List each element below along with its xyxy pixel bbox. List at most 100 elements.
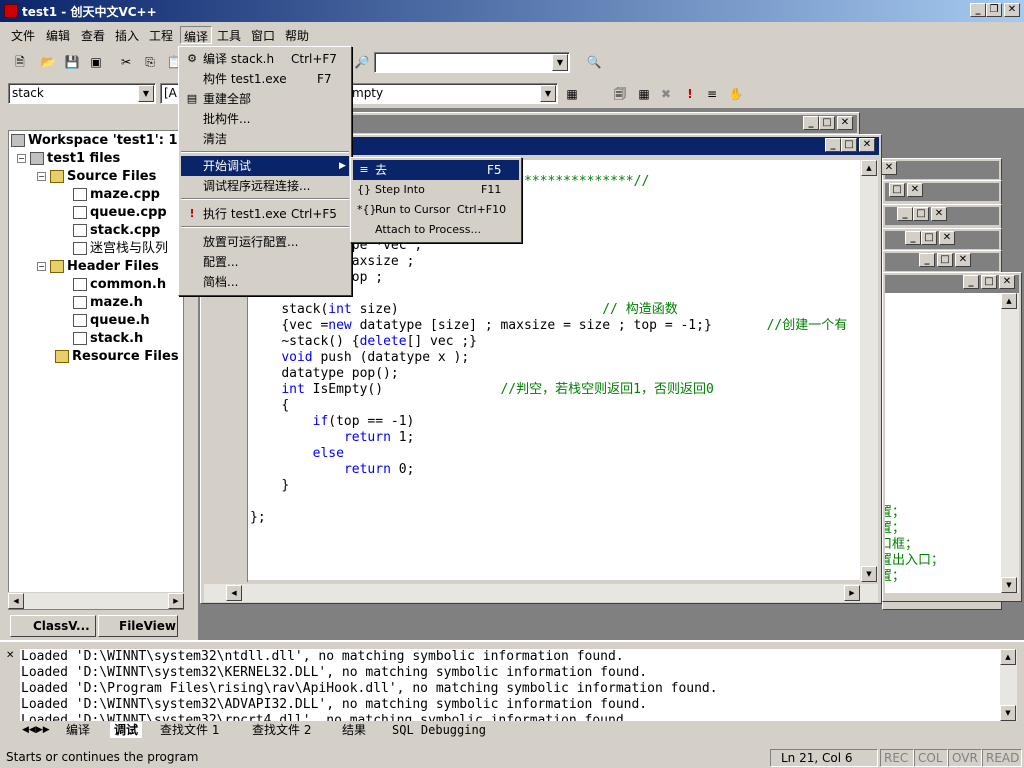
file-item[interactable]: common.h — [73, 276, 166, 294]
output-line: Loaded 'D:\WINNT\system32\ntdll.dll', no… — [21, 649, 624, 664]
menu-item-step-into[interactable]: {} Step Into F11 — [353, 180, 519, 200]
tab-classview[interactable]: ClassV... — [10, 615, 96, 637]
project-icon — [30, 152, 44, 165]
file-item[interactable]: queue.h — [73, 312, 150, 330]
source-folder[interactable]: − Source Files — [37, 168, 156, 186]
menu-item-profile[interactable]: 简档... — [181, 272, 349, 292]
menu-item-attach-process[interactable]: Attach to Process... — [353, 220, 519, 240]
member-combo[interactable]: mpty ▼ — [348, 83, 558, 104]
file-item[interactable]: queue.cpp — [73, 204, 167, 222]
scroll-right-icon[interactable]: ▶ — [844, 585, 860, 601]
menu-item-batch-build[interactable]: 批构件... — [181, 109, 349, 129]
code-hscroll[interactable]: ◀ ▶ — [204, 584, 878, 602]
execute-icon: ! — [189, 207, 195, 220]
menu-item-clean[interactable]: 清洁 — [181, 129, 349, 149]
code-maximize-button[interactable]: □ — [841, 138, 857, 152]
menu-help[interactable]: 帮助 — [282, 26, 312, 44]
execute-icon[interactable]: ! — [682, 86, 698, 102]
stop-build-icon[interactable]: ✖ — [658, 86, 674, 102]
go-icon[interactable]: ≡ — [704, 86, 720, 102]
header-folder[interactable]: − Header Files — [37, 258, 159, 276]
menu-item-build[interactable]: 构件 test1.exe F7 — [181, 69, 349, 89]
menu-item-start-debug[interactable]: 开始调试 ▶ — [181, 156, 349, 176]
build-icon[interactable]: 🗐 — [612, 86, 628, 102]
scroll-left-icon[interactable]: ◀ — [226, 585, 242, 601]
menu-insert[interactable]: 插入 — [112, 26, 142, 44]
menu-item-active-config[interactable]: 放置可运行配置... — [181, 232, 349, 252]
file-item[interactable]: maze.h — [73, 294, 143, 312]
workspace-root[interactable]: Workspace 'test1': 1 p — [11, 132, 183, 150]
menu-item-configurations[interactable]: 配置... — [181, 252, 349, 272]
code-line: ***************// — [516, 174, 650, 189]
copy-icon[interactable]: ⎘ — [142, 54, 158, 70]
build-all-icon[interactable]: ▦ — [636, 86, 652, 102]
status-bar: Starts or continues the program Ln 21, C… — [0, 746, 1024, 768]
code-vscroll[interactable]: ▲ ▼ — [860, 160, 878, 582]
breakpoint-hand-icon[interactable]: ✋ — [728, 86, 744, 102]
output-text[interactable]: Loaded 'D:\WINNT\system32\ntdll.dll', no… — [20, 649, 1000, 721]
tab-debug[interactable]: 调试 — [110, 722, 143, 738]
output-line: Loaded 'D:\WINNT\system32\ADVAPI32.DLL',… — [21, 697, 648, 712]
project-node[interactable]: − test1 files — [17, 150, 120, 168]
menu-item-remote-debug[interactable]: 调试程序远程连接... — [181, 176, 349, 196]
menu-edit[interactable]: 编辑 — [43, 26, 73, 44]
menu-window[interactable]: 窗口 — [248, 26, 278, 44]
save-all-icon[interactable]: ▣ — [88, 54, 104, 70]
find-combo[interactable]: ▼ — [374, 52, 570, 73]
menu-item-rebuild-all[interactable]: ▤ 重建全部 — [181, 89, 349, 109]
tab-nav-icon[interactable]: ◀◀▶▶ — [22, 722, 50, 738]
scroll-right-icon[interactable]: ▶ — [168, 593, 184, 609]
menu-file[interactable]: 文件 — [8, 26, 38, 44]
output-vscroll[interactable]: ▲ ▼ — [1000, 649, 1017, 721]
save-icon[interactable]: 💾 — [64, 54, 80, 70]
menu-item-compile[interactable]: ⚙ 编译 stack.h Ctrl+F7 — [181, 49, 349, 69]
resource-folder[interactable]: Resource Files — [55, 348, 179, 366]
menu-item-go[interactable]: ≡ 去 F5 — [353, 160, 519, 180]
menu-view[interactable]: 查看 — [78, 26, 108, 44]
file-item[interactable]: stack.h — [73, 330, 143, 348]
find-in-files-icon[interactable]: 🔎 — [354, 54, 370, 70]
scroll-down-icon[interactable]: ▼ — [861, 566, 877, 582]
code-line: void push (datatype x ); — [281, 350, 470, 365]
scroll-up-icon[interactable]: ▲ — [861, 160, 877, 176]
wizard-actions-icon[interactable]: ▦ — [564, 86, 580, 102]
code-minimize-button[interactable]: _ — [825, 138, 841, 152]
read-indicator: READ — [982, 749, 1022, 767]
new-file-icon[interactable]: 🗎 — [12, 54, 28, 70]
class-combo[interactable]: stack ▼ — [8, 83, 156, 104]
file-item[interactable]: maze.cpp — [73, 186, 160, 204]
cpp-file-icon — [73, 206, 87, 219]
code-close-button[interactable]: ✕ — [859, 138, 875, 152]
output-line: Loaded 'D:\WINNT\system32\rpcrt4.dll', n… — [21, 713, 632, 721]
tab-find-in-files-2[interactable]: 查找文件 2 — [252, 722, 311, 738]
tab-fileview[interactable]: FileView — [98, 615, 178, 637]
menu-build[interactable]: 编译 — [180, 26, 213, 44]
menu-tools[interactable]: 工具 — [214, 26, 244, 44]
tab-sql-debugging[interactable]: SQL Debugging — [392, 722, 486, 738]
close-button[interactable]: ✕ — [1004, 3, 1020, 17]
tree-hscroll[interactable]: ◀ ▶ — [8, 592, 184, 609]
code-line: ~stack() {delete[] vec ;} — [281, 334, 478, 349]
cut-icon[interactable]: ✂ — [118, 54, 134, 70]
file-item[interactable]: 迷宫栈与队列 — [73, 240, 168, 258]
menu-item-execute[interactable]: ! 执行 test1.exe Ctrl+F5 — [181, 204, 349, 224]
code-line: else — [312, 446, 344, 461]
mdi-window-right[interactable]: _ □ ✕ 置； 置； 口框； 置出入口； 置； ▲ ▼ — [882, 272, 1022, 602]
code-line: datatype pop(); — [281, 366, 399, 381]
minimize-button[interactable]: _ — [970, 3, 986, 17]
search-icon[interactable]: 🔍 — [586, 54, 602, 70]
output-gripper: ✕ — [4, 648, 18, 720]
tab-results[interactable]: 结果 — [342, 722, 366, 738]
open-icon[interactable]: 📂 — [40, 54, 56, 70]
restore-button[interactable]: ❐ — [986, 3, 1002, 17]
code-line: if(top == -1) — [312, 414, 415, 429]
menu-project[interactable]: 工程 — [146, 26, 176, 44]
scroll-left-icon[interactable]: ◀ — [8, 593, 24, 609]
file-item[interactable]: stack.cpp — [73, 222, 160, 240]
rec-indicator: REC — [880, 749, 914, 767]
menu-item-run-to-cursor[interactable]: *{} Run to Cursor Ctrl+F10 — [353, 200, 519, 220]
folder-icon — [55, 350, 69, 363]
tab-build[interactable]: 编译 — [66, 722, 90, 738]
tab-find-in-files-1[interactable]: 查找文件 1 — [160, 722, 219, 738]
code-line: } — [281, 478, 290, 493]
